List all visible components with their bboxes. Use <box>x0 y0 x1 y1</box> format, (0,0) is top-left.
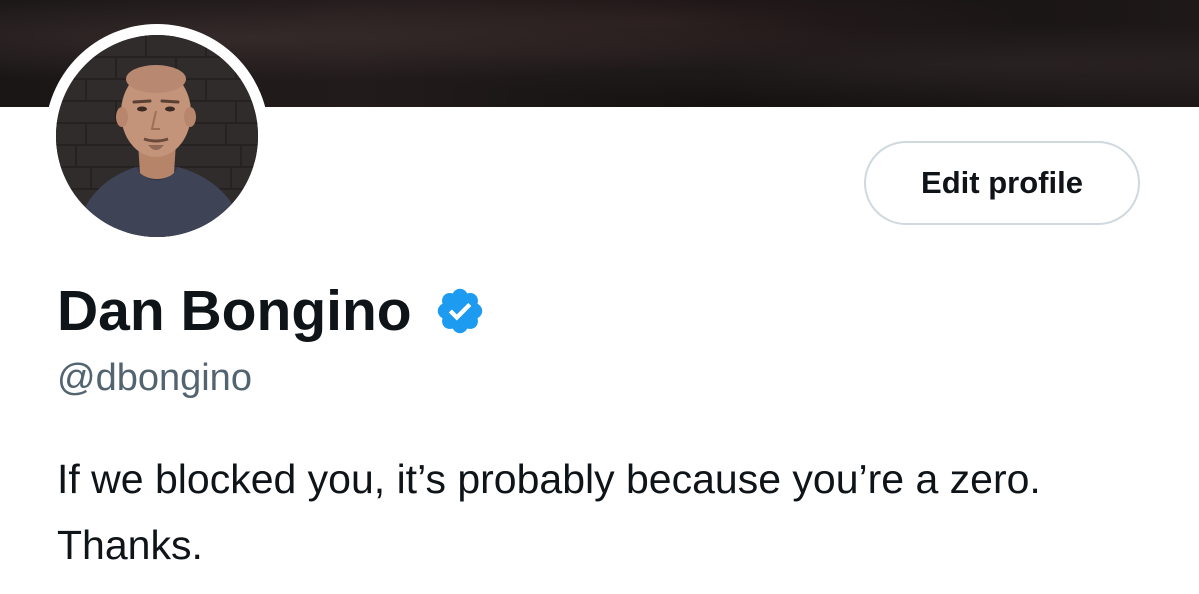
profile-handle: @dbongino <box>57 357 252 399</box>
avatar[interactable] <box>56 35 258 237</box>
profile-bio: If we blocked you, it’s probably because… <box>57 456 1041 568</box>
profile-page: Edit profile Dan Bongino @dbongino If we… <box>0 0 1199 594</box>
avatar-photo <box>56 35 258 237</box>
verified-badge-icon[interactable] <box>434 285 486 337</box>
name-row: Dan Bongino <box>57 276 486 346</box>
display-name: Dan Bongino <box>57 279 412 343</box>
edit-profile-button[interactable]: Edit profile <box>864 141 1140 225</box>
